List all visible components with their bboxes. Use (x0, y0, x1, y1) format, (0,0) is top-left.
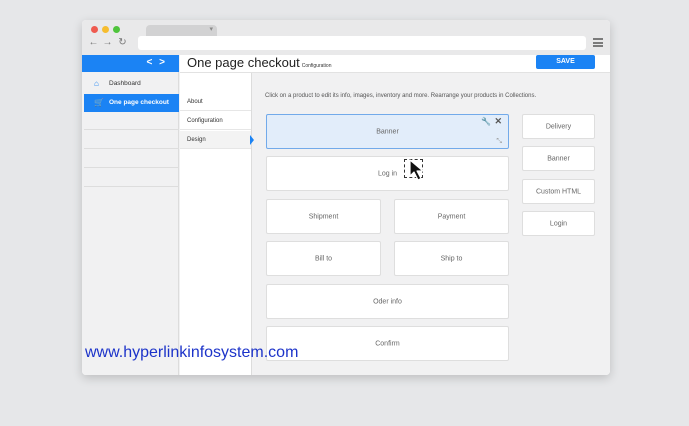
block-label: Shipment (308, 213, 339, 220)
palette-delivery[interactable]: Delivery (522, 114, 595, 139)
sidebar-item-label: Dashboard (109, 80, 141, 87)
page-title: One page checkout Configuration (187, 55, 332, 70)
block-label: Log in (377, 170, 398, 177)
palette-custom-html[interactable]: Custom HTML (522, 179, 595, 204)
sidebar: < > ⌂ Dashboard 🛒 One page checkout (82, 55, 179, 375)
wrench-icon[interactable]: 🔧 (481, 117, 491, 126)
forward-arrow-icon[interactable]: → (102, 36, 113, 50)
active-subnav-marker (250, 135, 254, 145)
block-label: Payment (437, 213, 466, 220)
browser-window: ▾ ← → ↻ < > ⌂ Dashboard 🛒 One page check… (82, 20, 610, 375)
subnav-item-about[interactable]: About (180, 93, 251, 111)
subnav-item-design[interactable]: Design (180, 131, 251, 149)
subnav-item-configuration[interactable]: Configuration (180, 112, 251, 130)
sidebar-divider (84, 129, 179, 130)
app-area: < > ⌂ Dashboard 🛒 One page checkout Abou… (82, 55, 610, 375)
address-bar[interactable] (138, 36, 586, 50)
sidebar-divider (84, 148, 179, 149)
sidebar-divider (84, 167, 179, 168)
browser-menu-icon[interactable] (593, 38, 603, 47)
sidebar-item-dashboard[interactable]: ⌂ Dashboard (84, 75, 179, 93)
palette-label: Custom HTML (535, 188, 582, 195)
save-button[interactable]: SAVE (536, 55, 595, 69)
palette-label: Banner (547, 155, 570, 162)
browser-chrome: ▾ ← → ↻ (82, 20, 610, 55)
sidebar-header: < > (82, 55, 179, 72)
block-shipment[interactable]: Shipment (266, 199, 381, 234)
watermark-url: www.hyperlinkinfosystem.com (85, 344, 299, 361)
palette-label: Login (549, 220, 568, 227)
maximize-window-button[interactable] (113, 26, 120, 33)
block-label: Banner (376, 128, 399, 135)
home-icon: ⌂ (94, 79, 99, 88)
instruction-text: Click on a product to edit its info, ima… (265, 93, 537, 99)
palette-login[interactable]: Login (522, 211, 595, 236)
block-bill-to[interactable]: Bill to (266, 241, 381, 276)
block-banner[interactable]: Banner 🔧 ✕ ⤡ (266, 114, 509, 149)
block-ship-to[interactable]: Ship to (394, 241, 509, 276)
page-subtitle: Configuration (301, 63, 332, 69)
close-window-button[interactable] (91, 26, 98, 33)
resize-icon[interactable]: ⤡ (496, 138, 502, 146)
block-label: Confirm (375, 340, 400, 347)
mouse-pointer-icon (409, 159, 424, 181)
sidebar-item-one-page-checkout[interactable]: 🛒 One page checkout (84, 94, 179, 112)
sidebar-collapse-toggle[interactable]: < > (147, 55, 167, 70)
palette-banner[interactable]: Banner (522, 146, 595, 171)
block-confirm[interactable]: Confirm (266, 326, 509, 361)
minimize-window-button[interactable] (102, 26, 109, 33)
browser-tab[interactable]: ▾ (146, 25, 217, 36)
block-payment[interactable]: Payment (394, 199, 509, 234)
palette-label: Delivery (545, 123, 572, 130)
page-header: One page checkout Configuration SAVE (180, 55, 610, 73)
sidebar-item-label: One page checkout (109, 99, 169, 106)
block-label: Ship to (440, 255, 463, 262)
close-tab-icon[interactable]: ▾ (209, 24, 213, 35)
close-icon[interactable]: ✕ (494, 116, 502, 127)
sub-navigation: About Configuration Design (180, 55, 252, 375)
block-label: Oder info (373, 298, 402, 305)
block-label: Bill to (314, 255, 333, 262)
block-order-info[interactable]: Oder info (266, 284, 509, 319)
back-arrow-icon[interactable]: ← (88, 36, 99, 50)
cart-icon: 🛒 (94, 98, 104, 107)
sidebar-divider (84, 186, 179, 187)
block-login[interactable]: Log in (266, 156, 509, 191)
reload-icon[interactable]: ↻ (117, 36, 128, 50)
